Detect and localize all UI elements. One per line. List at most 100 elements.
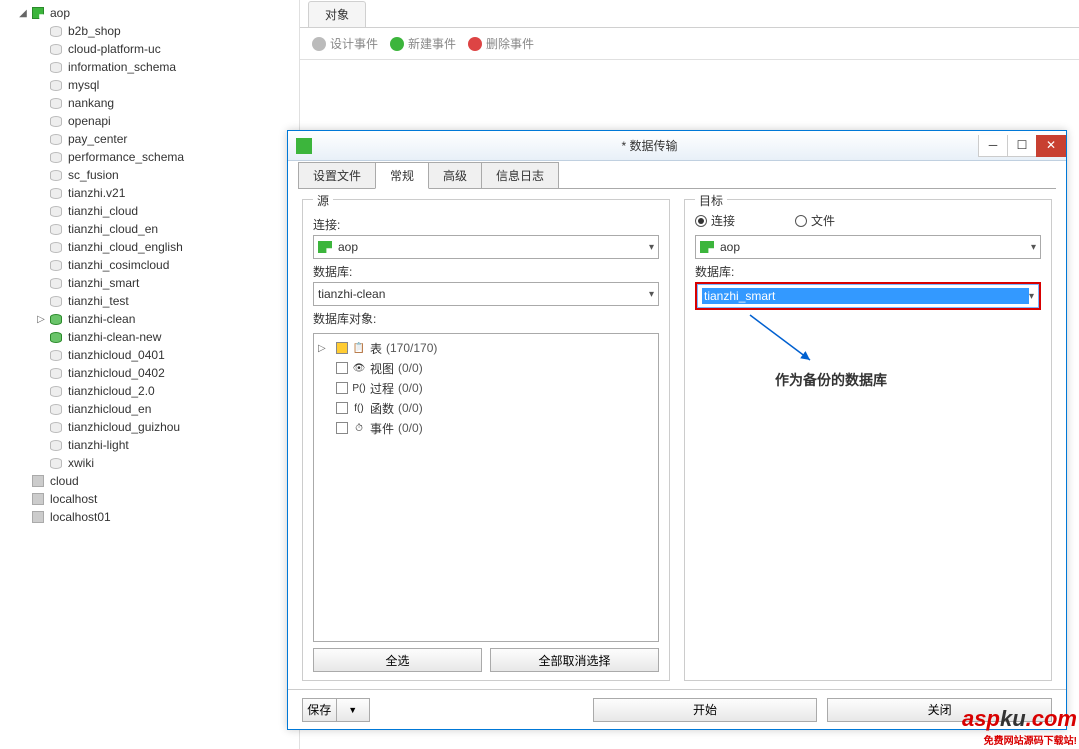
tree-item[interactable]: b2b_shop [0, 22, 299, 40]
checkbox[interactable] [336, 342, 348, 354]
target-radio-file[interactable]: 文件 [795, 212, 835, 229]
object-type-icon: f() [352, 402, 366, 414]
close-window-button[interactable]: ✕ [1036, 135, 1066, 157]
tree-item[interactable]: tianzhicloud_guizhou [0, 418, 299, 436]
dialog-tab[interactable]: 高级 [428, 162, 482, 189]
deselect-all-button[interactable]: 全部取消选择 [490, 648, 659, 672]
source-object-list[interactable]: ▷📋表 (170/170)👁视图 (0/0)P()过程 (0/0)f()函数 (… [313, 333, 659, 642]
tree-item[interactable]: pay_center [0, 130, 299, 148]
save-dropdown-button[interactable]: ▼ [337, 698, 371, 722]
tree-item[interactable]: tianzhi-light [0, 436, 299, 454]
tree-item[interactable]: tianzhi.v21 [0, 184, 299, 202]
tab-objects[interactable]: 对象 [308, 1, 366, 27]
object-type-icon: P() [352, 382, 366, 394]
tree-item[interactable]: tianzhicloud_en [0, 400, 299, 418]
database-active-icon [48, 312, 64, 326]
tree-item[interactable]: tianzhi_cosimcloud [0, 256, 299, 274]
tree-item[interactable]: tianzhicloud_2.0 [0, 382, 299, 400]
save-button[interactable]: 保存 [302, 698, 337, 722]
plus-icon [390, 37, 404, 51]
tree-item-label: tianzhi.v21 [68, 186, 125, 200]
object-count: (170/170) [386, 341, 437, 355]
host-icon [30, 510, 46, 524]
toolbar: 设计事件 新建事件 删除事件 [300, 28, 1079, 60]
tree-item[interactable]: information_schema [0, 58, 299, 76]
object-count: (0/0) [398, 401, 423, 415]
tree-item[interactable]: ◢aop [0, 4, 299, 22]
tree-item-label: tianzhi_test [68, 294, 129, 308]
checkbox[interactable] [336, 402, 348, 414]
database-icon [48, 294, 64, 308]
conn-icon [318, 241, 332, 253]
database-icon [48, 456, 64, 470]
tree-item[interactable]: tianzhi_test [0, 292, 299, 310]
tree-item[interactable]: tianzhi_smart [0, 274, 299, 292]
tree-item[interactable]: nankang [0, 94, 299, 112]
tree-item[interactable]: tianzhi-clean-new [0, 328, 299, 346]
app-icon [296, 138, 312, 154]
object-tree-item[interactable]: ⏱事件 (0/0) [318, 418, 654, 438]
object-tree-item[interactable]: f()函数 (0/0) [318, 398, 654, 418]
tree-item-label: information_schema [68, 60, 176, 74]
tree-item-label: cloud [50, 474, 79, 488]
wrench-icon [312, 37, 326, 51]
expander-icon[interactable]: ◢ [16, 8, 30, 19]
checkbox[interactable] [336, 422, 348, 434]
tree-item[interactable]: tianzhicloud_0401 [0, 346, 299, 364]
tree-item[interactable]: performance_schema [0, 148, 299, 166]
tree-item[interactable]: xwiki [0, 454, 299, 472]
maximize-button[interactable]: ☐ [1007, 135, 1037, 157]
target-radio-connection[interactable]: 连接 [695, 212, 735, 229]
minus-icon [468, 37, 482, 51]
new-event-button[interactable]: 新建事件 [390, 35, 456, 52]
tree-item[interactable]: localhost [0, 490, 299, 508]
tree-item[interactable]: tianzhicloud_0402 [0, 364, 299, 382]
dialog-tab[interactable]: 信息日志 [481, 162, 559, 189]
checkbox[interactable] [336, 382, 348, 394]
object-count: (0/0) [398, 361, 423, 375]
database-icon [48, 420, 64, 434]
target-connection-select[interactable]: aop ▾ [695, 235, 1041, 259]
tree-item[interactable]: cloud-platform-uc [0, 40, 299, 58]
database-icon [48, 78, 64, 92]
expander-icon[interactable]: ▷ [34, 314, 48, 325]
tree-item[interactable]: tianzhi_cloud_english [0, 238, 299, 256]
object-type-icon: 📋 [352, 342, 366, 354]
object-tree-item[interactable]: P()过程 (0/0) [318, 378, 654, 398]
connection-tree[interactable]: ◢aopb2b_shopcloud-platform-uc information… [0, 0, 300, 749]
tree-item-label: sc_fusion [68, 168, 119, 182]
object-tree-item[interactable]: ▷📋表 (170/170) [318, 338, 654, 358]
checkbox[interactable] [336, 362, 348, 374]
start-button[interactable]: 开始 [593, 698, 818, 722]
target-title: 目标 [695, 192, 727, 209]
tree-item[interactable]: cloud [0, 472, 299, 490]
tree-item-label: localhost01 [50, 510, 111, 524]
tree-item[interactable]: openapi [0, 112, 299, 130]
tree-item[interactable]: mysql [0, 76, 299, 94]
tree-item[interactable]: tianzhi_cloud_en [0, 220, 299, 238]
connection-icon [30, 6, 46, 20]
source-panel: 源 连接: aop ▾ 数据库: tianzhi-clean ▾ 数据库对象: … [302, 199, 670, 681]
tree-item[interactable]: tianzhi_cloud [0, 202, 299, 220]
tree-item[interactable]: sc_fusion [0, 166, 299, 184]
database-icon [48, 402, 64, 416]
source-database-select[interactable]: tianzhi-clean ▾ [313, 282, 659, 306]
minimize-button[interactable]: ─ [978, 135, 1008, 157]
select-all-button[interactable]: 全选 [313, 648, 482, 672]
dialog-titlebar[interactable]: * 数据传输 ─ ☐ ✕ [288, 131, 1066, 161]
database-icon [48, 438, 64, 452]
tree-item[interactable]: localhost01 [0, 508, 299, 526]
chevron-down-icon: ▾ [1029, 291, 1034, 302]
delete-event-button[interactable]: 删除事件 [468, 35, 534, 52]
tree-item-label: performance_schema [68, 150, 184, 164]
tree-item[interactable]: ▷tianzhi-clean [0, 310, 299, 328]
database-icon [48, 204, 64, 218]
dialog-tab[interactable]: 设置文件 [298, 162, 376, 189]
target-database-select[interactable]: tianzhi_smart ▾ [697, 284, 1039, 308]
source-connection-select[interactable]: aop ▾ [313, 235, 659, 259]
design-event-button[interactable]: 设计事件 [312, 35, 378, 52]
expander-icon[interactable]: ▷ [318, 343, 332, 354]
source-conn-label: 连接: [313, 216, 659, 233]
object-tree-item[interactable]: 👁视图 (0/0) [318, 358, 654, 378]
dialog-tab[interactable]: 常规 [375, 162, 429, 189]
